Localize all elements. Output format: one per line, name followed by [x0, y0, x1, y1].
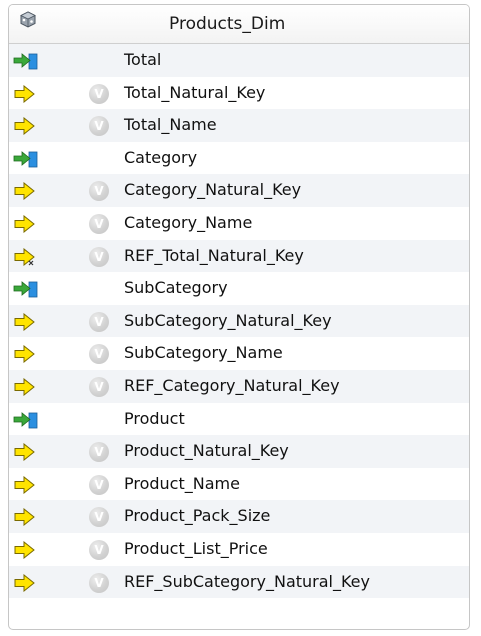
dimension-row-attribute[interactable]: V Product_Natural_Key — [9, 435, 469, 468]
visible-badge-icon: V — [89, 181, 109, 202]
visible-badge-icon: V — [89, 83, 109, 104]
dimension-row-attribute[interactable]: V SubCategory_Natural_Key — [9, 304, 469, 338]
row-label: SubCategory — [124, 278, 228, 298]
visible-badge-icon: V — [89, 246, 109, 267]
dimension-row-attribute[interactable]: V SubCategory_Name — [9, 337, 469, 370]
visible-badge-icon: V — [89, 442, 109, 463]
dimension-row-attribute[interactable]: V Product_Name — [9, 467, 469, 501]
dimension-cube-icon — [18, 10, 38, 30]
attribute-arrow-icon — [13, 508, 39, 527]
attribute-arrow-icon — [13, 377, 39, 396]
visible-badge-icon: V — [89, 572, 109, 593]
row-label: REF_Total_Natural_Key — [124, 245, 304, 265]
dimension-row-attribute[interactable]: V Product_List_Price — [9, 532, 469, 566]
dimension-row-level[interactable]: Total — [9, 44, 469, 77]
row-label: SubCategory_Name — [124, 343, 283, 363]
attribute-arrow-icon — [13, 312, 39, 331]
dimension-row-attribute[interactable]: V Total_Name — [9, 109, 469, 142]
dimension-row-reference[interactable]: V REF_Total_Natural_Key — [9, 239, 469, 273]
row-label: Category — [124, 147, 198, 167]
attribute-arrow-icon — [13, 443, 39, 462]
row-label: REF_Category_Natural_Key — [124, 375, 340, 395]
row-label: Product_Natural_Key — [124, 441, 289, 461]
row-label: Total_Name — [124, 115, 217, 135]
row-label: Category_Name — [124, 212, 253, 232]
visible-badge-icon: V — [89, 116, 109, 137]
row-label: SubCategory_Natural_Key — [124, 310, 332, 330]
visible-badge-icon: V — [89, 344, 109, 365]
visible-badge-icon: V — [89, 474, 109, 495]
attribute-arrow-icon — [13, 84, 39, 103]
dimension-row-attribute[interactable]: V REF_SubCategory_Natural_Key — [9, 565, 469, 599]
row-label: Product_Pack_Size — [124, 506, 271, 526]
row-label: Total — [124, 50, 162, 69]
level-arrow-icon — [13, 411, 39, 429]
level-arrow-icon — [13, 280, 39, 298]
visible-badge-icon: V — [89, 213, 109, 234]
reference-arrow-icon — [13, 247, 39, 266]
dimension-title: Products_Dim — [169, 14, 286, 34]
attribute-arrow-icon — [13, 475, 39, 494]
dimension-row-level[interactable]: Category — [9, 141, 469, 175]
attribute-arrow-icon — [13, 345, 39, 364]
attribute-arrow-icon — [13, 573, 39, 592]
attribute-arrow-icon — [13, 117, 39, 136]
dimension-row-attribute[interactable]: V Total_Natural_Key — [9, 76, 469, 110]
visible-badge-icon: V — [89, 311, 109, 332]
dimension-row-list: Total V Total_Natural_Key V Total_Name Catego… — [9, 44, 469, 599]
attribute-arrow-icon — [13, 182, 39, 201]
visible-badge-icon: V — [89, 539, 109, 560]
dimension-row-attribute[interactable]: V Category_Name — [9, 206, 469, 240]
visible-badge-icon: V — [89, 507, 109, 528]
dimension-panel: Products_Dim Total V Total_Natural_Key V Tot… — [8, 4, 470, 630]
level-arrow-icon — [13, 150, 39, 168]
dimension-row-attribute[interactable]: V Category_Natural_Key — [9, 174, 469, 207]
dimension-row-level[interactable]: Product — [9, 402, 469, 436]
row-label: REF_SubCategory_Natural_Key — [124, 571, 370, 591]
attribute-arrow-icon — [13, 540, 39, 559]
row-label: Product — [124, 408, 185, 428]
level-arrow-icon — [13, 52, 39, 70]
dimension-row-attribute[interactable]: V REF_Category_Natural_Key — [9, 369, 469, 403]
dimension-header[interactable]: Products_Dim — [9, 5, 469, 44]
attribute-arrow-icon — [13, 214, 39, 233]
dimension-row-level[interactable]: SubCategory — [9, 272, 469, 305]
row-label: Total_Natural_Key — [124, 82, 266, 102]
dimension-row-attribute[interactable]: V Product_Pack_Size — [9, 500, 469, 533]
row-label: Product_Name — [124, 473, 240, 493]
row-label: Product_List_Price — [124, 538, 268, 558]
visible-badge-icon: V — [89, 376, 109, 397]
row-label: Category_Natural_Key — [124, 180, 302, 200]
